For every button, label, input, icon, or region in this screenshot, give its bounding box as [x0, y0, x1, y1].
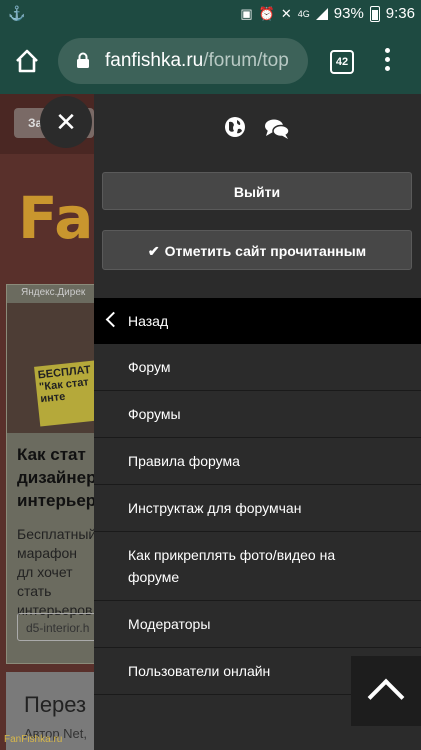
bg-post-title: Перез: [24, 692, 87, 717]
battery-icon: [369, 5, 380, 22]
menu-item-forums[interactable]: Форумы: [94, 391, 421, 438]
menu-item-briefing[interactable]: Инструктаж для форумчан: [94, 485, 421, 532]
ad-block: Яндекс.Дирек БЕСПЛАТ "Как стат инте Как …: [6, 284, 94, 664]
url-domain: fanfishka.ru: [105, 50, 204, 71]
ad-sign: БЕСПЛАТ "Как стат инте: [34, 359, 94, 427]
ad-label: Яндекс.Дирек: [21, 287, 86, 298]
menu-item-attach-media[interactable]: Как прикреплять фото/видео на форуме: [94, 532, 421, 601]
mark-read-button[interactable]: ✔ Отметить сайт прочитанным: [102, 230, 412, 270]
lock-icon: [77, 52, 89, 68]
browser-toolbar: fanfishka.ru/forum/top 42: [0, 30, 421, 94]
globe-icon[interactable]: [224, 116, 246, 138]
url-text: fanfishka.ru/forum/top: [105, 50, 289, 72]
panel-icons: [94, 116, 421, 146]
vibrate-icon: ▣: [240, 5, 253, 21]
menu-back-label: Назад: [128, 313, 169, 329]
menu-back-item[interactable]: Назад: [94, 298, 421, 344]
battery-percent: 93%: [333, 5, 364, 22]
chat-icon[interactable]: [264, 118, 290, 140]
clock: 9:36: [385, 5, 415, 22]
close-icon[interactable]: ✕: [40, 96, 92, 148]
address-bar[interactable]: fanfishka.ru/forum/top: [58, 38, 308, 84]
anchor-icon: ⚓: [8, 5, 26, 21]
overflow-menu-icon[interactable]: [380, 48, 394, 74]
bg-footer: FanFishka.ru: [4, 734, 63, 745]
home-icon[interactable]: [14, 48, 40, 74]
mute-icon: ✕: [280, 5, 292, 21]
alarm-icon: ⏰: [258, 5, 275, 21]
menu-item-moderators[interactable]: Модераторы: [94, 601, 421, 648]
signal-icon: [315, 7, 328, 20]
status-icons: ▣ ⏰ ✕ 4G 93% 9:36: [240, 5, 415, 22]
scroll-to-top-button[interactable]: [351, 656, 421, 726]
ad-link: d5-interior.h: [17, 613, 94, 641]
ad-title: Как стат дизайнер интерьер: [17, 445, 94, 510]
site-logo: Fa: [18, 184, 94, 252]
logout-button[interactable]: Выйти: [102, 172, 412, 210]
menu-item-rules[interactable]: Правила форума: [94, 438, 421, 485]
side-menu-panel: Выйти ✔ Отметить сайт прочитанным Назад Ф…: [94, 94, 421, 750]
menu-item-forum[interactable]: Форум: [94, 344, 421, 391]
ad-image: БЕСПЛАТ "Как стат инте: [7, 303, 94, 433]
chevron-up-icon: [367, 678, 405, 716]
nav-menu: Назад Форум Форумы Правила форума Инстру…: [94, 298, 421, 695]
status-bar: ⚓ ▣ ⏰ ✕ 4G 93% 9:36: [0, 0, 421, 30]
ad-text: Бесплатный марафон дл хочет стать интерь…: [17, 526, 94, 618]
tab-switcher-button[interactable]: 42: [330, 50, 354, 74]
url-path: /forum/top: [203, 50, 289, 71]
network-label: 4G: [297, 8, 310, 19]
chevron-left-icon: [105, 311, 122, 328]
background-page: За Fa Яндекс.Дирек БЕСПЛАТ "Как стат инт…: [0, 94, 94, 750]
mark-read-label: Отметить сайт прочитанным: [164, 243, 367, 259]
check-icon: ✔: [147, 243, 160, 259]
